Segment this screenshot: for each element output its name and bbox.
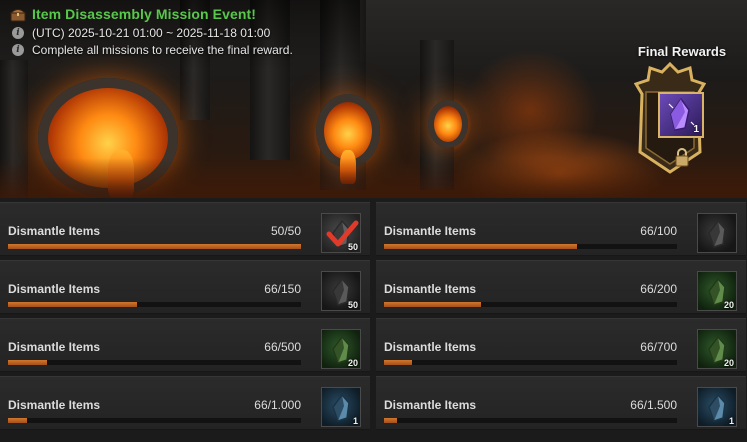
mission-progress-fill	[8, 360, 47, 365]
info-icon: i	[12, 26, 24, 39]
mission-card[interactable]: Dismantle Items 66/700 20	[376, 318, 746, 372]
reward-quantity: 1	[728, 416, 734, 426]
mission-progress-text: 50/50	[270, 224, 301, 238]
reward-quantity: 20	[723, 300, 734, 310]
mission-progress-bar	[8, 360, 301, 365]
mission-progress-bar	[8, 418, 301, 423]
mission-progress-bar	[8, 244, 301, 249]
mission-label: Dismantle Items	[8, 398, 101, 412]
final-rewards-panel[interactable]: Final Rewards 1	[632, 44, 732, 174]
mission-card[interactable]: Dismantle Items 66/500 20	[0, 318, 370, 372]
mission-label: Dismantle Items	[384, 224, 477, 238]
event-banner: Item Disassembly Mission Event! i (UTC) …	[0, 0, 747, 198]
mission-progress-bar	[384, 360, 677, 365]
mission-card[interactable]: Dismantle Items 66/1.500 1	[376, 376, 746, 430]
mission-reward-item[interactable]: 20	[321, 329, 361, 369]
reward-quantity: 20	[347, 358, 358, 368]
mission-card[interactable]: Dismantle Items 50/50 50	[0, 202, 370, 256]
mission-reward-item[interactable]: 20	[697, 271, 737, 311]
event-period: (UTC) 2025-10-21 01:00 ~ 2025-11-18 01:0…	[32, 25, 271, 40]
mission-card[interactable]: Dismantle Items 66/100	[376, 202, 746, 256]
mission-progress-text: 66/1.000	[254, 398, 301, 412]
event-title: Item Disassembly Mission Event!	[32, 6, 257, 22]
final-rewards-label: Final Rewards	[637, 44, 727, 59]
mission-card[interactable]: Dismantle Items 66/200 20	[376, 260, 746, 314]
mission-progress-fill	[384, 360, 412, 365]
mission-progress-fill	[384, 418, 397, 423]
mission-progress-text: 66/700	[640, 340, 677, 354]
lock-icon	[675, 148, 689, 167]
mission-progress-text: 66/1.500	[630, 398, 677, 412]
reward-quantity: 20	[723, 358, 734, 368]
mission-label: Dismantle Items	[8, 340, 101, 354]
event-description: Complete all missions to receive the fin…	[32, 42, 293, 57]
reward-quantity: 50	[347, 242, 358, 252]
mission-progress-text: 66/100	[640, 224, 677, 238]
furnace-small	[428, 100, 468, 148]
mission-progress-bar	[384, 418, 677, 423]
mission-label: Dismantle Items	[384, 282, 477, 296]
reward-quantity: 1	[352, 416, 358, 426]
mission-progress-fill	[8, 244, 301, 249]
mission-progress-bar	[8, 302, 301, 307]
mission-reward-item[interactable]: 1	[697, 387, 737, 427]
mission-card[interactable]: Dismantle Items 66/1.000 1	[0, 376, 370, 430]
reward-quantity: 50	[347, 300, 358, 310]
mission-progress-fill	[8, 418, 28, 423]
mission-reward-item[interactable]: 20	[697, 329, 737, 369]
mission-progress-fill	[384, 302, 481, 307]
mission-progress-fill	[384, 244, 578, 249]
final-reward-count: 1	[693, 124, 699, 135]
material-crystal-icon	[708, 219, 726, 248]
mission-label: Dismantle Items	[8, 282, 101, 296]
mission-progress-fill	[8, 302, 137, 307]
mission-reward-item[interactable]: 50	[321, 271, 361, 311]
mission-progress-text: 66/150	[264, 282, 301, 296]
mission-reward-item[interactable]: 1	[321, 387, 361, 427]
mission-card[interactable]: Dismantle Items 66/150 50	[0, 260, 370, 314]
mission-progress-text: 66/200	[640, 282, 677, 296]
mission-reward-item[interactable]: 50	[321, 213, 361, 253]
mission-progress-text: 66/500	[264, 340, 301, 354]
mission-label: Dismantle Items	[384, 340, 477, 354]
mission-label: Dismantle Items	[384, 398, 477, 412]
treasure-chest-icon	[10, 6, 26, 22]
mission-label: Dismantle Items	[8, 224, 101, 238]
info-icon: i	[12, 43, 24, 56]
final-reward-item[interactable]: 1	[658, 92, 704, 138]
mission-progress-bar	[384, 244, 677, 249]
mission-progress-bar	[384, 302, 677, 307]
mission-reward-item[interactable]	[697, 213, 737, 253]
event-header: Item Disassembly Mission Event! i (UTC) …	[10, 4, 293, 58]
